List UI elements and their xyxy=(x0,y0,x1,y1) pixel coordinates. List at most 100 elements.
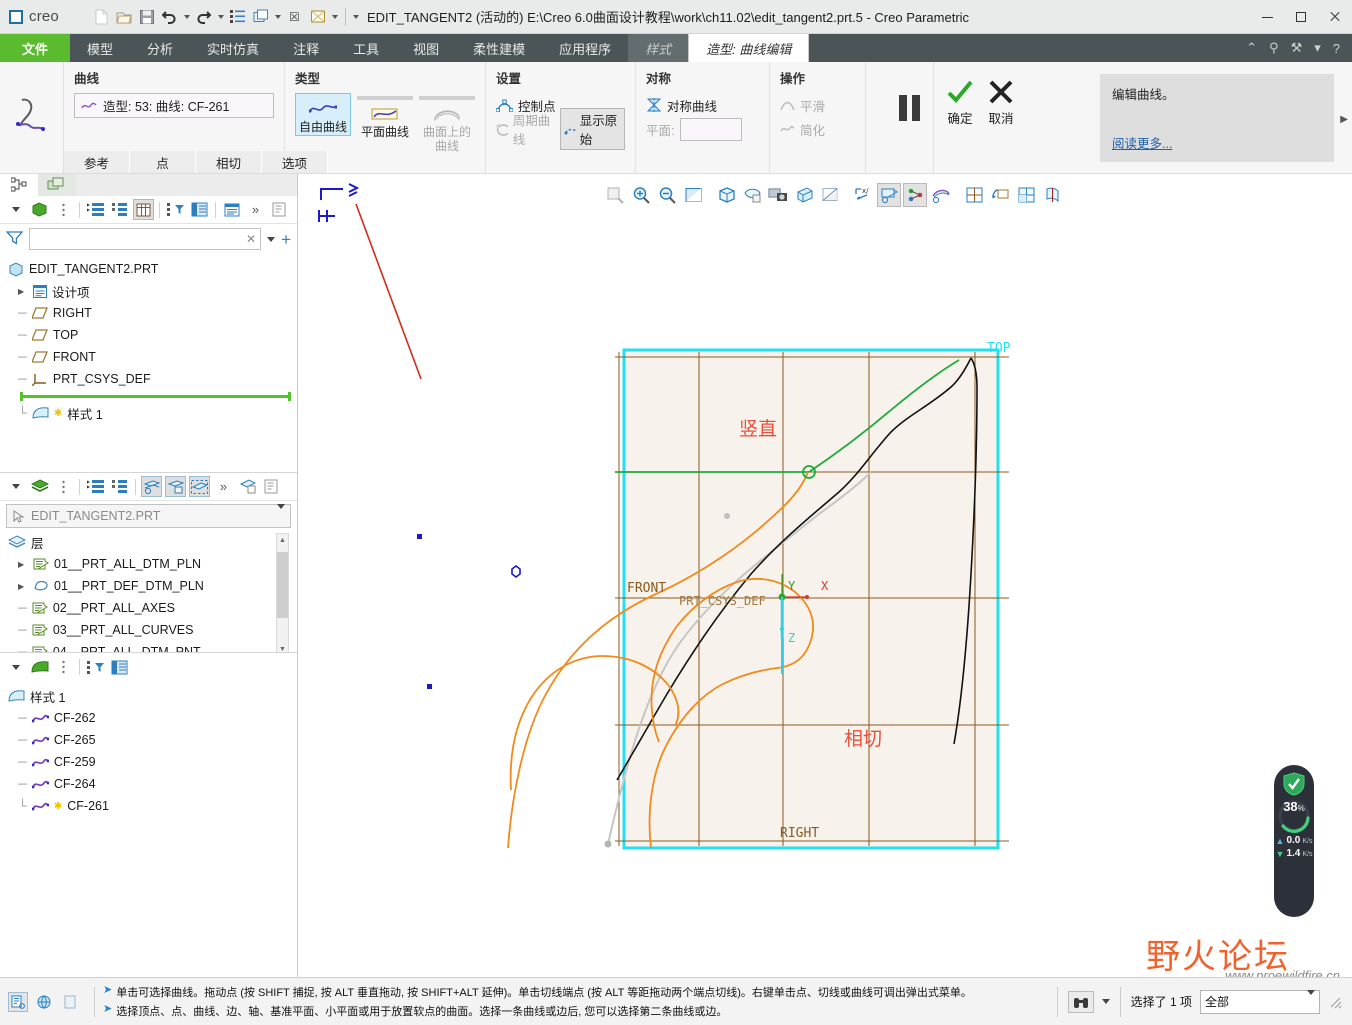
style-item-cf-262[interactable]: ─ CF-262 xyxy=(8,707,297,729)
display-style-icon[interactable] xyxy=(307,6,329,28)
tab-style-curve-edit[interactable]: 造型: 曲线编辑 xyxy=(688,34,810,62)
model-tree-search-input[interactable]: ✕ xyxy=(29,228,262,250)
graphics-viewport[interactable]: x/ TOP FRONT RIGHT PRT_CSYS_DEF X Y Z 竖直… xyxy=(299,174,1352,977)
tree-export-icon[interactable] xyxy=(269,199,290,220)
smooth-button[interactable]: 平滑 xyxy=(780,93,855,117)
tab-style[interactable]: 样式 xyxy=(628,34,689,62)
style-feature-icon[interactable] xyxy=(29,657,50,678)
window-dropdown-icon[interactable] xyxy=(273,6,283,28)
selection-filter-icon[interactable] xyxy=(8,991,28,1012)
qat-customize-icon[interactable] xyxy=(351,6,361,28)
layer-item-03-prt-all-curves[interactable]: ─ 03__PRT_ALL_CURVES xyxy=(8,619,297,641)
tree-root-node[interactable]: EDIT_TANGENT2.PRT xyxy=(8,258,297,280)
filter-dropdown-icon[interactable] xyxy=(267,236,276,242)
tree-more-icon[interactable]: » xyxy=(245,199,266,220)
window-icon[interactable] xyxy=(250,6,272,28)
tree-item-front[interactable]: ─ FRONT xyxy=(8,346,297,368)
subtab-points[interactable]: 点 xyxy=(130,151,196,173)
subtab-references[interactable]: 参考 xyxy=(64,151,130,173)
style-filter-icon[interactable] xyxy=(85,657,106,678)
new-file-icon[interactable] xyxy=(90,6,112,28)
layer-tree-tab[interactable] xyxy=(38,174,76,196)
type-curve-on-surface-button[interactable]: 曲面上的曲线 xyxy=(419,93,475,154)
annotation-vertical[interactable]: 竖直 xyxy=(739,414,777,441)
shield-check-icon[interactable] xyxy=(1283,772,1305,796)
layer-model-dropdown-icon[interactable] xyxy=(277,504,285,523)
tab-model[interactable]: 模型 xyxy=(70,34,130,62)
binoculars-icon[interactable] xyxy=(1067,990,1094,1013)
style-collapse-icon[interactable] xyxy=(5,657,26,678)
type-free-curve-button[interactable]: 自由曲线 xyxy=(295,93,351,136)
symmetric-curve-toggle[interactable]: 对称曲线 xyxy=(646,93,759,117)
tree-columns-icon[interactable] xyxy=(133,199,154,220)
search-icon[interactable]: ⚲ xyxy=(1269,40,1279,56)
tree-item-top[interactable]: ─ TOP xyxy=(8,324,297,346)
undo-icon[interactable] xyxy=(159,6,181,28)
minimize-button[interactable] xyxy=(1250,0,1284,34)
style-item-cf-264[interactable]: ─ CF-264 xyxy=(8,773,297,795)
collapse-all-icon[interactable] xyxy=(109,199,130,220)
window-resize-grip[interactable] xyxy=(1328,995,1342,1009)
layer-isolate-icon[interactable] xyxy=(165,476,186,497)
tab-analysis[interactable]: 分析 xyxy=(130,34,190,62)
tree-overflow-icon[interactable] xyxy=(53,199,74,220)
expand-all-icon[interactable] xyxy=(85,199,106,220)
show-original-button[interactable]: 显示原始 xyxy=(559,108,625,150)
tab-file[interactable]: 文件 xyxy=(0,34,71,62)
close-button[interactable] xyxy=(1318,0,1352,34)
layer-item-02-prt-all-axes[interactable]: ─ 02__PRT_ALL_AXES xyxy=(8,597,297,619)
layer-collapse-all-icon[interactable] xyxy=(109,476,130,497)
cad-drawing[interactable] xyxy=(299,174,1352,977)
style-tree-root[interactable]: 样式 1 xyxy=(8,685,297,707)
tree-item-style-1[interactable]: └ ✱ 样式 1 xyxy=(8,402,297,424)
selection-filter-dropdown-icon[interactable] xyxy=(1307,989,1315,1009)
ok-button[interactable]: 确定 xyxy=(946,80,974,127)
style-display-icon[interactable] xyxy=(109,657,130,678)
tab-applications[interactable]: 应用程序 xyxy=(542,34,628,62)
style-overflow-icon[interactable] xyxy=(53,657,74,678)
insert-here-indicator[interactable] xyxy=(20,392,291,401)
tab-view[interactable]: 视图 xyxy=(396,34,456,62)
redo-icon[interactable] xyxy=(193,6,215,28)
save-icon[interactable] xyxy=(136,6,158,28)
style-item-cf-261[interactable]: └ ✱ CF-261 xyxy=(8,795,297,817)
subtab-tangency[interactable]: 相切 xyxy=(196,151,262,173)
redo-dropdown-icon[interactable] xyxy=(216,6,226,28)
expand-arrow-icon[interactable]: ▶ xyxy=(18,582,28,591)
clear-search-icon[interactable]: ✕ xyxy=(246,232,256,246)
tree-collapse-icon[interactable] xyxy=(5,199,26,220)
simplify-button[interactable]: 简化 xyxy=(780,117,855,141)
layers-icon[interactable] xyxy=(29,476,50,497)
system-monitor-widget[interactable]: 38% ▲ 0.0 K/s ▼ 1.4 K/s xyxy=(1274,765,1314,917)
layer-item-01-prt-def-dtm-pln[interactable]: ▶ 01__PRT_DEF_DTM_PLN xyxy=(8,575,297,597)
tab-flexible-modeling[interactable]: 柔性建模 xyxy=(456,34,542,62)
layer-export-icon[interactable] xyxy=(261,476,282,497)
tree-filter-icon[interactable] xyxy=(165,199,186,220)
chevron-down-icon[interactable]: ▾ xyxy=(1314,40,1321,56)
learning-icon[interactable]: ⚒ xyxy=(1291,40,1303,56)
maximize-button[interactable] xyxy=(1284,0,1318,34)
periodic-curve-toggle[interactable]: 周期曲线 xyxy=(496,114,552,147)
close-window-icon[interactable]: ☒ xyxy=(284,6,306,28)
style-item-cf-259[interactable]: ─ CF-259 xyxy=(8,751,297,773)
note-icon[interactable] xyxy=(60,992,80,1012)
display-style-dropdown-icon[interactable] xyxy=(330,6,340,28)
layer-hide-icon[interactable] xyxy=(141,476,162,497)
layer-expand-all-icon[interactable] xyxy=(85,476,106,497)
tree-item-prt-csys-def[interactable]: ─ PRT_CSYS_DEF xyxy=(8,368,297,390)
tab-annotate[interactable]: 注释 xyxy=(276,34,336,62)
help-icon[interactable]: ? xyxy=(1333,41,1340,56)
cancel-button[interactable]: 取消 xyxy=(988,80,1014,127)
help-read-more-link[interactable]: 阅读更多... xyxy=(1112,133,1172,152)
plane-field[interactable] xyxy=(680,117,743,141)
style-item-cf-265[interactable]: ─ CF-265 xyxy=(8,729,297,751)
layer-new-icon[interactable] xyxy=(237,476,258,497)
layer-item-01-prt-all-dtm-pln[interactable]: ▶ 01__PRT_ALL_DTM_PLN xyxy=(8,553,297,575)
tab-tools[interactable]: 工具 xyxy=(336,34,396,62)
undo-dropdown-icon[interactable] xyxy=(182,6,192,28)
scrollbar-thumb[interactable] xyxy=(277,552,288,618)
expand-arrow-icon[interactable]: ▶ xyxy=(18,560,28,569)
expand-arrow-icon[interactable]: ▶ xyxy=(18,287,28,296)
model-cube-icon[interactable] xyxy=(29,199,50,220)
tree-item-design-items[interactable]: ▶ 设计项 xyxy=(8,280,297,302)
